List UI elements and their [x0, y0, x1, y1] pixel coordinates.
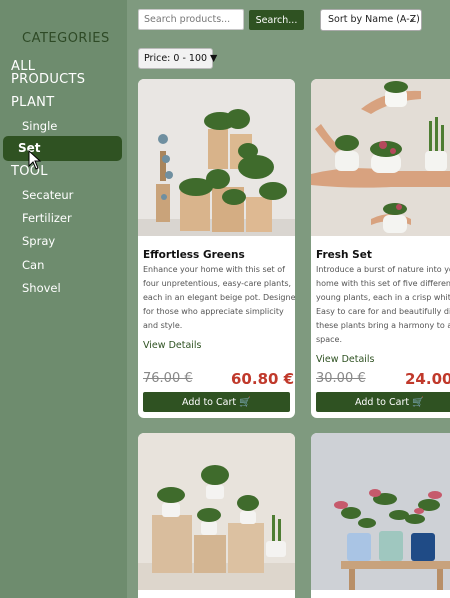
product-image[interactable]: [311, 79, 450, 236]
product-description-line: Enhance your home with this set of: [143, 265, 285, 274]
old-price: 76.00 €: [143, 371, 193, 386]
product-description-line: for those who appreciate simplicity: [143, 307, 284, 316]
category-plant-single[interactable]: Single: [22, 119, 57, 133]
product-card[interactable]: [311, 433, 450, 598]
sale-price: 24.00: [405, 370, 450, 388]
category-tool-fertilizer[interactable]: Fertilizer: [22, 211, 72, 225]
product-title: Fresh Set: [316, 249, 372, 261]
add-to-cart-button[interactable]: Add to Cart 🛒: [316, 392, 450, 412]
product-description-line: each in an elegant beige pot. Designed: [143, 293, 295, 302]
product-image[interactable]: [138, 79, 295, 236]
product-description-line: Introduce a burst of nature into your: [316, 265, 450, 274]
product-description-line: four unpretentious, easy-care plants,: [143, 279, 292, 288]
product-card[interactable]: [138, 433, 295, 598]
view-details-link[interactable]: View Details: [316, 354, 375, 365]
category-tool-shovel[interactable]: Shovel: [22, 281, 61, 295]
add-to-cart-button[interactable]: Add to Cart 🛒: [143, 392, 290, 412]
category-plant-set[interactable]: Set: [3, 136, 122, 161]
product-description-line: young plants, each in a crisp white p: [316, 293, 450, 302]
product-description: Enhance your home with this set of four …: [143, 263, 295, 333]
category-tool-spray[interactable]: Spray: [22, 234, 55, 248]
product-description-line: home with this set of five different: [316, 279, 450, 288]
mouse-pointer-icon: [28, 150, 42, 170]
product-description-line: these plants bring a harmony to any: [316, 321, 450, 330]
price-filter-dropdown[interactable]: Price: 0 - 100 ▼: [138, 48, 217, 69]
product-description: Introduce a burst of nature into your ho…: [316, 263, 450, 347]
product-card[interactable]: Effortless Greens Enhance your home with…: [138, 79, 295, 418]
search-input[interactable]: [138, 9, 244, 30]
category-sidebar: CATEGORIES ALL PRODUCTS PLANT Single Set…: [0, 0, 127, 598]
product-description-line: and style.: [143, 321, 183, 330]
category-all-line2: PRODUCTS: [11, 72, 86, 87]
search-button[interactable]: Search...: [249, 10, 304, 30]
product-title: Effortless Greens: [143, 249, 245, 261]
product-card[interactable]: Fresh Set Introduce a burst of nature in…: [311, 79, 450, 418]
category-plant[interactable]: PLANT: [11, 96, 54, 109]
category-tool-secateur[interactable]: Secateur: [22, 188, 73, 202]
old-price: 30.00 €: [316, 371, 366, 386]
product-description-line: Easy to care for and beautifully dive: [316, 307, 450, 316]
sidebar-title: CATEGORIES: [22, 31, 110, 46]
product-image[interactable]: [311, 433, 450, 590]
product-description-line: space.: [316, 335, 343, 344]
view-details-link[interactable]: View Details: [143, 340, 202, 351]
category-all-products[interactable]: ALL PRODUCTS: [11, 60, 85, 86]
category-tool-can[interactable]: Can: [22, 258, 44, 272]
sort-select[interactable]: Sort by Name (A-Z) ⌄: [320, 9, 422, 31]
chevron-down-icon: ⌄: [409, 14, 416, 23]
product-image[interactable]: [138, 433, 295, 590]
sale-price: 60.80 €: [231, 370, 295, 388]
sort-select-value: Sort by Name (A-Z): [328, 14, 420, 25]
